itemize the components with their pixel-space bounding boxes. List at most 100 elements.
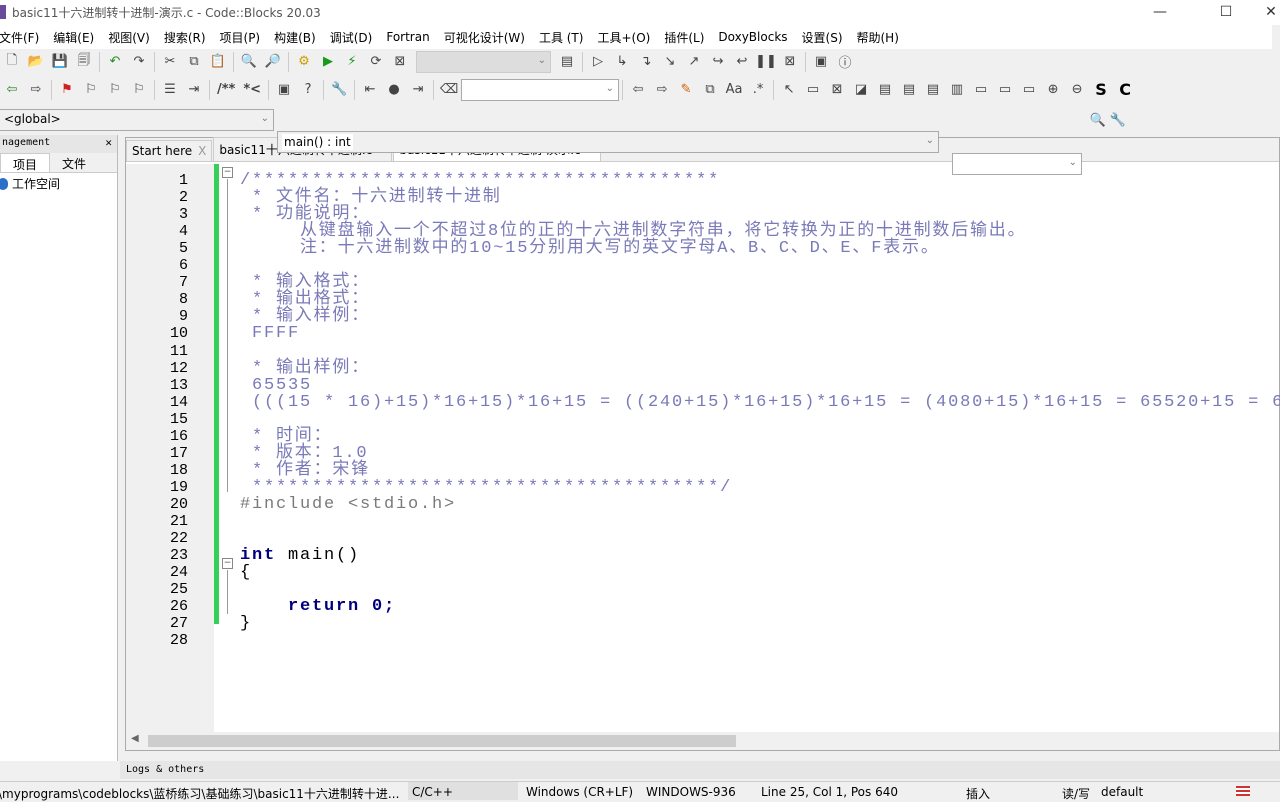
shape6-icon[interactable]: ▥ [949, 82, 965, 98]
rect-icon[interactable]: ▭ [805, 82, 821, 98]
selected-icon[interactable]: ⧉ [702, 82, 718, 98]
build-icon[interactable]: ⚙ [296, 54, 312, 70]
s-button[interactable]: S [1093, 80, 1109, 99]
pointer-icon[interactable]: ↖ [781, 82, 797, 98]
maximize-button[interactable]: ☐ [1203, 0, 1249, 25]
zoom-out-icon[interactable]: ⊖ [1069, 82, 1085, 98]
menu-item[interactable]: 编辑(E) [53, 29, 94, 46]
menu-item[interactable]: 帮助(H) [857, 29, 899, 46]
build-run-icon[interactable]: ⚡ [344, 54, 360, 70]
run-icon[interactable]: ▶ [320, 54, 336, 70]
undo-icon[interactable]: ↶ [107, 54, 123, 70]
menu-item[interactable]: 搜索(R) [164, 29, 206, 46]
c-button[interactable]: C [1117, 80, 1133, 99]
menu-item[interactable]: 设置(S) [802, 29, 843, 46]
bookmark-clear-icon[interactable]: ⚐ [131, 82, 147, 98]
shape9-icon[interactable]: ▭ [1021, 82, 1037, 98]
shape2-icon[interactable]: ◪ [853, 82, 869, 98]
next-instruction-icon[interactable]: ↪ [710, 54, 726, 70]
jump-icon[interactable]: ⇥ [186, 82, 202, 98]
highlight-icon[interactable]: ✎ [678, 82, 694, 98]
menu-item[interactable]: 插件(L) [664, 29, 704, 46]
bookmark-toggle-icon[interactable]: ⚑ [59, 82, 75, 98]
symbol-settings-icon[interactable]: 🔧 [1110, 112, 1126, 128]
clear-icon[interactable]: ⌫ [440, 82, 458, 98]
zoom-in-icon[interactable]: ⊕ [1045, 82, 1061, 98]
bookmark-prev-icon[interactable]: ⚐ [83, 82, 99, 98]
menu-item[interactable]: 工具 (T) [539, 29, 584, 46]
menu-item[interactable]: 工具+(O) [597, 29, 650, 46]
regex-icon[interactable]: .* [750, 82, 766, 98]
menu-item[interactable]: 调试(D) [330, 29, 373, 46]
shape3-icon[interactable]: ▤ [877, 82, 893, 98]
symbol-search-icon[interactable]: 🔍 [1090, 112, 1106, 128]
copy-icon[interactable]: ⧉ [186, 54, 202, 70]
workspace-node[interactable]: 工作空间 [0, 173, 117, 194]
step-into-icon[interactable]: ↘ [662, 54, 678, 70]
next-icon[interactable]: ⇥ [410, 82, 426, 98]
menu-item[interactable]: 构建(B) [274, 29, 316, 46]
menu-item[interactable]: Fortran [386, 30, 429, 44]
build-target-select[interactable]: ⌄ [416, 50, 551, 73]
horizontal-scrollbar[interactable]: ◀ [126, 732, 1279, 750]
shape1-icon[interactable]: ⊠ [829, 82, 845, 98]
comment-block-button[interactable]: /** [217, 82, 235, 98]
scope-select[interactable]: <global> ⌄ [0, 109, 274, 131]
find-prev-icon[interactable]: ⇦ [630, 82, 646, 98]
search-combo[interactable]: ⌄ [461, 78, 620, 101]
function-select[interactable]: main() : int ⌄ [277, 131, 939, 153]
tab-files[interactable]: 文件 [50, 153, 98, 172]
fold-toggle-icon[interactable]: − [222, 558, 233, 569]
menu-item[interactable]: DoxyBlocks [718, 30, 787, 44]
rebuild-icon[interactable]: ⟳ [368, 54, 384, 70]
close-button[interactable]: ✕ [1248, 0, 1280, 25]
menu-item[interactable]: 视图(V) [108, 29, 150, 46]
menu-item[interactable]: 项目(P) [220, 29, 261, 46]
shape4-icon[interactable]: ▤ [901, 82, 917, 98]
doxy-run-icon[interactable]: ▣ [276, 82, 292, 98]
paste-icon[interactable]: 📋 [210, 54, 226, 70]
stack-icon[interactable]: ☰ [162, 82, 178, 98]
forward-icon[interactable]: ⇨ [28, 82, 44, 98]
next-line-icon[interactable]: ↴ [638, 54, 654, 70]
comment-line-button[interactable]: *< [243, 82, 261, 98]
settings-wrench-icon[interactable]: 🔧 [331, 82, 347, 98]
debug-info-icon[interactable]: ⓘ [837, 54, 853, 71]
match-case-icon[interactable]: Aa [726, 82, 743, 98]
open-icon[interactable]: 📂 [28, 54, 44, 70]
run-to-cursor-icon[interactable]: ↳ [614, 54, 630, 70]
cut-icon[interactable]: ✂ [162, 54, 178, 70]
management-close[interactable]: ✕ [105, 136, 112, 149]
find-icon[interactable]: 🔍 [241, 54, 257, 70]
tab-close-icon[interactable]: X [198, 144, 206, 158]
shape5-icon[interactable]: ▤ [925, 82, 941, 98]
menu-item[interactable]: 文件(F) [0, 29, 39, 46]
save-all-icon[interactable]: 🗐 [76, 53, 92, 70]
shape7-icon[interactable]: ▭ [973, 82, 989, 98]
tab-projects[interactable]: 项目 [0, 153, 51, 172]
target-options-icon[interactable]: ▤ [559, 54, 575, 70]
step-instruction-icon[interactable]: ↩ [734, 54, 750, 70]
fold-toggle-icon[interactable]: − [222, 167, 233, 178]
pause-icon[interactable]: ❚❚ [755, 54, 777, 70]
abort-icon[interactable]: ⊠ [392, 54, 408, 70]
debug-icon[interactable]: ▷ [590, 54, 606, 70]
shape8-icon[interactable]: ▭ [997, 82, 1013, 98]
scrollbar-thumb[interactable] [148, 735, 736, 747]
prev-icon[interactable]: ⇤ [362, 82, 378, 98]
doxy-help-icon[interactable]: ? [300, 82, 316, 98]
debug-windows-icon[interactable]: ▣ [813, 54, 829, 70]
editor-tab[interactable]: Start here X [126, 140, 213, 161]
redo-icon[interactable]: ↷ [131, 54, 147, 70]
dot-icon[interactable]: ● [386, 82, 402, 98]
logs-panel-header[interactable]: Logs & others [120, 761, 1280, 779]
symbol-search-combo[interactable]: ⌄ [952, 153, 1082, 175]
bookmark-next-icon[interactable]: ⚐ [107, 82, 123, 98]
back-icon[interactable]: ⇦ [4, 82, 20, 98]
replace-icon[interactable]: 🔎 [265, 54, 281, 70]
stop-debug-icon[interactable]: ⊠ [782, 54, 798, 70]
menu-item[interactable]: 可视化设计(W) [444, 29, 525, 46]
minimize-button[interactable]: — [1137, 0, 1183, 25]
save-icon[interactable]: 💾 [52, 54, 68, 70]
find-next-icon[interactable]: ⇨ [654, 82, 670, 98]
